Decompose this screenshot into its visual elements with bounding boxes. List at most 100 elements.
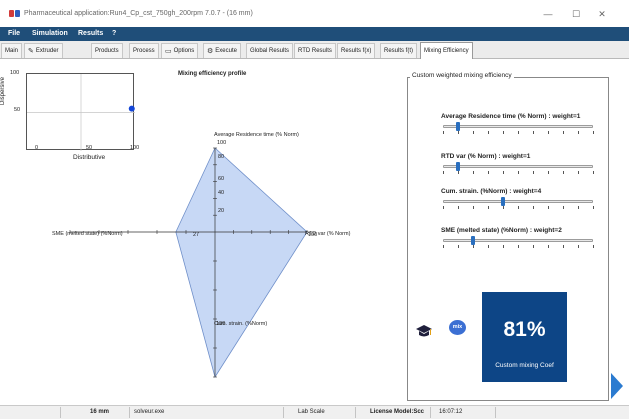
- slider-rtd-var[interactable]: [443, 165, 593, 168]
- slider-tick: [548, 131, 549, 134]
- menu-help[interactable]: ?: [112, 30, 116, 37]
- slider-ticks: [443, 171, 594, 175]
- slider-tick: [443, 206, 444, 209]
- mix-icon[interactable]: mix: [449, 320, 466, 335]
- slider-avg-residence[interactable]: [443, 125, 593, 128]
- menu-file[interactable]: File: [8, 30, 20, 37]
- slider-tick: [473, 245, 474, 248]
- slider-tick: [473, 171, 474, 174]
- status-executable: solveur.exe: [134, 409, 165, 415]
- radar-tick-label: 80: [218, 154, 225, 160]
- slider-tick: [458, 131, 459, 134]
- minimize-button[interactable]: —: [543, 9, 553, 19]
- slider-tick: [578, 206, 579, 209]
- status-separator: [430, 407, 431, 418]
- tab-label: Results f(t): [384, 47, 414, 54]
- slider-tick: [578, 245, 579, 248]
- tab-mixing-efficiency[interactable]: Mixing Efficiency: [420, 42, 473, 59]
- status-separator: [355, 407, 356, 418]
- slider-tick: [518, 245, 519, 248]
- status-separator: [495, 407, 496, 418]
- slider-tick: [563, 245, 564, 248]
- slider-ticks: [443, 206, 594, 210]
- slider-tick: [473, 131, 474, 134]
- slider-label-sme: SME (melted state) (%Norm) : weight=2: [441, 227, 562, 234]
- slider-label-cum-strain: Cum. strain. (%Norm) : weight=4: [441, 188, 542, 195]
- tab-execute[interactable]: ⚙ Execute: [203, 43, 241, 58]
- radar-axis-label-left: SME (melted state) (%Norm): [52, 231, 123, 237]
- extruder-icon: ✎: [28, 47, 34, 55]
- slider-tick: [533, 131, 534, 134]
- slider-tick: [503, 245, 504, 248]
- radar-tick-label: 20: [218, 208, 225, 214]
- custom-mixing-coef-card: 81% Custom mixing Coef: [482, 292, 567, 382]
- slider-tick: [563, 171, 564, 174]
- slider-tick: [518, 131, 519, 134]
- slider-tick: [473, 206, 474, 209]
- slider-tick: [488, 131, 489, 134]
- slider-tick: [488, 245, 489, 248]
- slider-cum-strain[interactable]: [443, 200, 593, 203]
- tab-results-fx[interactable]: Results f(x): [337, 43, 376, 58]
- status-separator: [129, 407, 130, 418]
- menu-simulation[interactable]: Simulation: [32, 30, 68, 37]
- status-scale: Lab Scale: [298, 409, 325, 415]
- slider-tick: [563, 131, 564, 134]
- tab-bar: Main ✎ Extruder Products Process ▭ Optio…: [0, 41, 629, 59]
- close-button[interactable]: ✕: [597, 9, 607, 19]
- next-arrow-icon[interactable]: [611, 373, 623, 399]
- tab-options[interactable]: ▭ Options: [161, 43, 199, 58]
- slider-tick: [563, 206, 564, 209]
- slider-tick: [593, 245, 594, 248]
- slider-tick: [518, 171, 519, 174]
- tab-global-results[interactable]: Global Results: [246, 43, 294, 58]
- slider-tick: [593, 131, 594, 134]
- tab-label: Global Results: [250, 47, 290, 54]
- status-bar: 16 mm solveur.exe Lab Scale License Mode…: [0, 405, 629, 419]
- graduation-cap-icon[interactable]: [415, 324, 433, 340]
- slider-label-avg-residence: Average Residence time (% Norm) : weight…: [441, 113, 581, 120]
- mixing-efficiency-page: Dispersive 100 50 0 50 100 Distributive …: [0, 59, 629, 405]
- slider-tick: [458, 171, 459, 174]
- status-time: 16:07:12: [439, 409, 463, 415]
- tab-label: Products: [95, 47, 119, 54]
- slider-tick: [488, 171, 489, 174]
- slider-tick: [458, 245, 459, 248]
- tab-label: Extruder: [35, 47, 59, 54]
- title-bar: Pharmaceutical application:Run4_Cp_cst_7…: [0, 0, 629, 27]
- tab-extruder[interactable]: ✎ Extruder: [24, 43, 63, 58]
- tab-results-ft[interactable]: Results f(t): [380, 43, 418, 58]
- tab-label: RTD Results: [298, 47, 332, 54]
- tab-label: Process: [133, 47, 155, 54]
- tab-main[interactable]: Main: [1, 43, 23, 58]
- slider-tick: [503, 131, 504, 134]
- slider-thumb-avg-residence[interactable]: [456, 122, 460, 131]
- slider-tick: [443, 245, 444, 248]
- slider-tick: [578, 131, 579, 134]
- execute-icon: ⚙: [207, 47, 214, 55]
- slider-tick: [533, 206, 534, 209]
- slider-thumb-sme[interactable]: [471, 236, 475, 245]
- radar-tick-label: 60: [218, 176, 225, 182]
- slider-tick: [593, 206, 594, 209]
- slider-thumb-cum-strain[interactable]: [501, 197, 505, 206]
- panel-legend: Custom weighted mixing efficiency: [410, 72, 514, 79]
- window-title: Pharmaceutical application:Run4_Cp_cst_7…: [24, 10, 253, 17]
- slider-thumb-rtd-var[interactable]: [456, 162, 460, 171]
- slider-tick: [518, 206, 519, 209]
- tab-products[interactable]: Products: [91, 43, 123, 58]
- slider-sme[interactable]: [443, 239, 593, 242]
- slider-tick: [533, 171, 534, 174]
- status-separator: [283, 407, 284, 418]
- tab-rtd-results[interactable]: RTD Results: [294, 43, 336, 58]
- tab-process[interactable]: Process: [129, 43, 159, 58]
- menu-results[interactable]: Results: [78, 30, 103, 37]
- app-icon: [9, 10, 20, 17]
- maximize-button[interactable]: ☐: [571, 9, 581, 19]
- tab-label: Main: [5, 47, 19, 54]
- slider-tick: [503, 171, 504, 174]
- radar-value-label-bottom: 100: [216, 321, 226, 327]
- tab-label: Results f(x): [341, 47, 372, 54]
- slider-label-rtd-var: RTD var (% Norm) : weight=1: [441, 153, 531, 160]
- radar-value-label-top: 100: [217, 140, 227, 146]
